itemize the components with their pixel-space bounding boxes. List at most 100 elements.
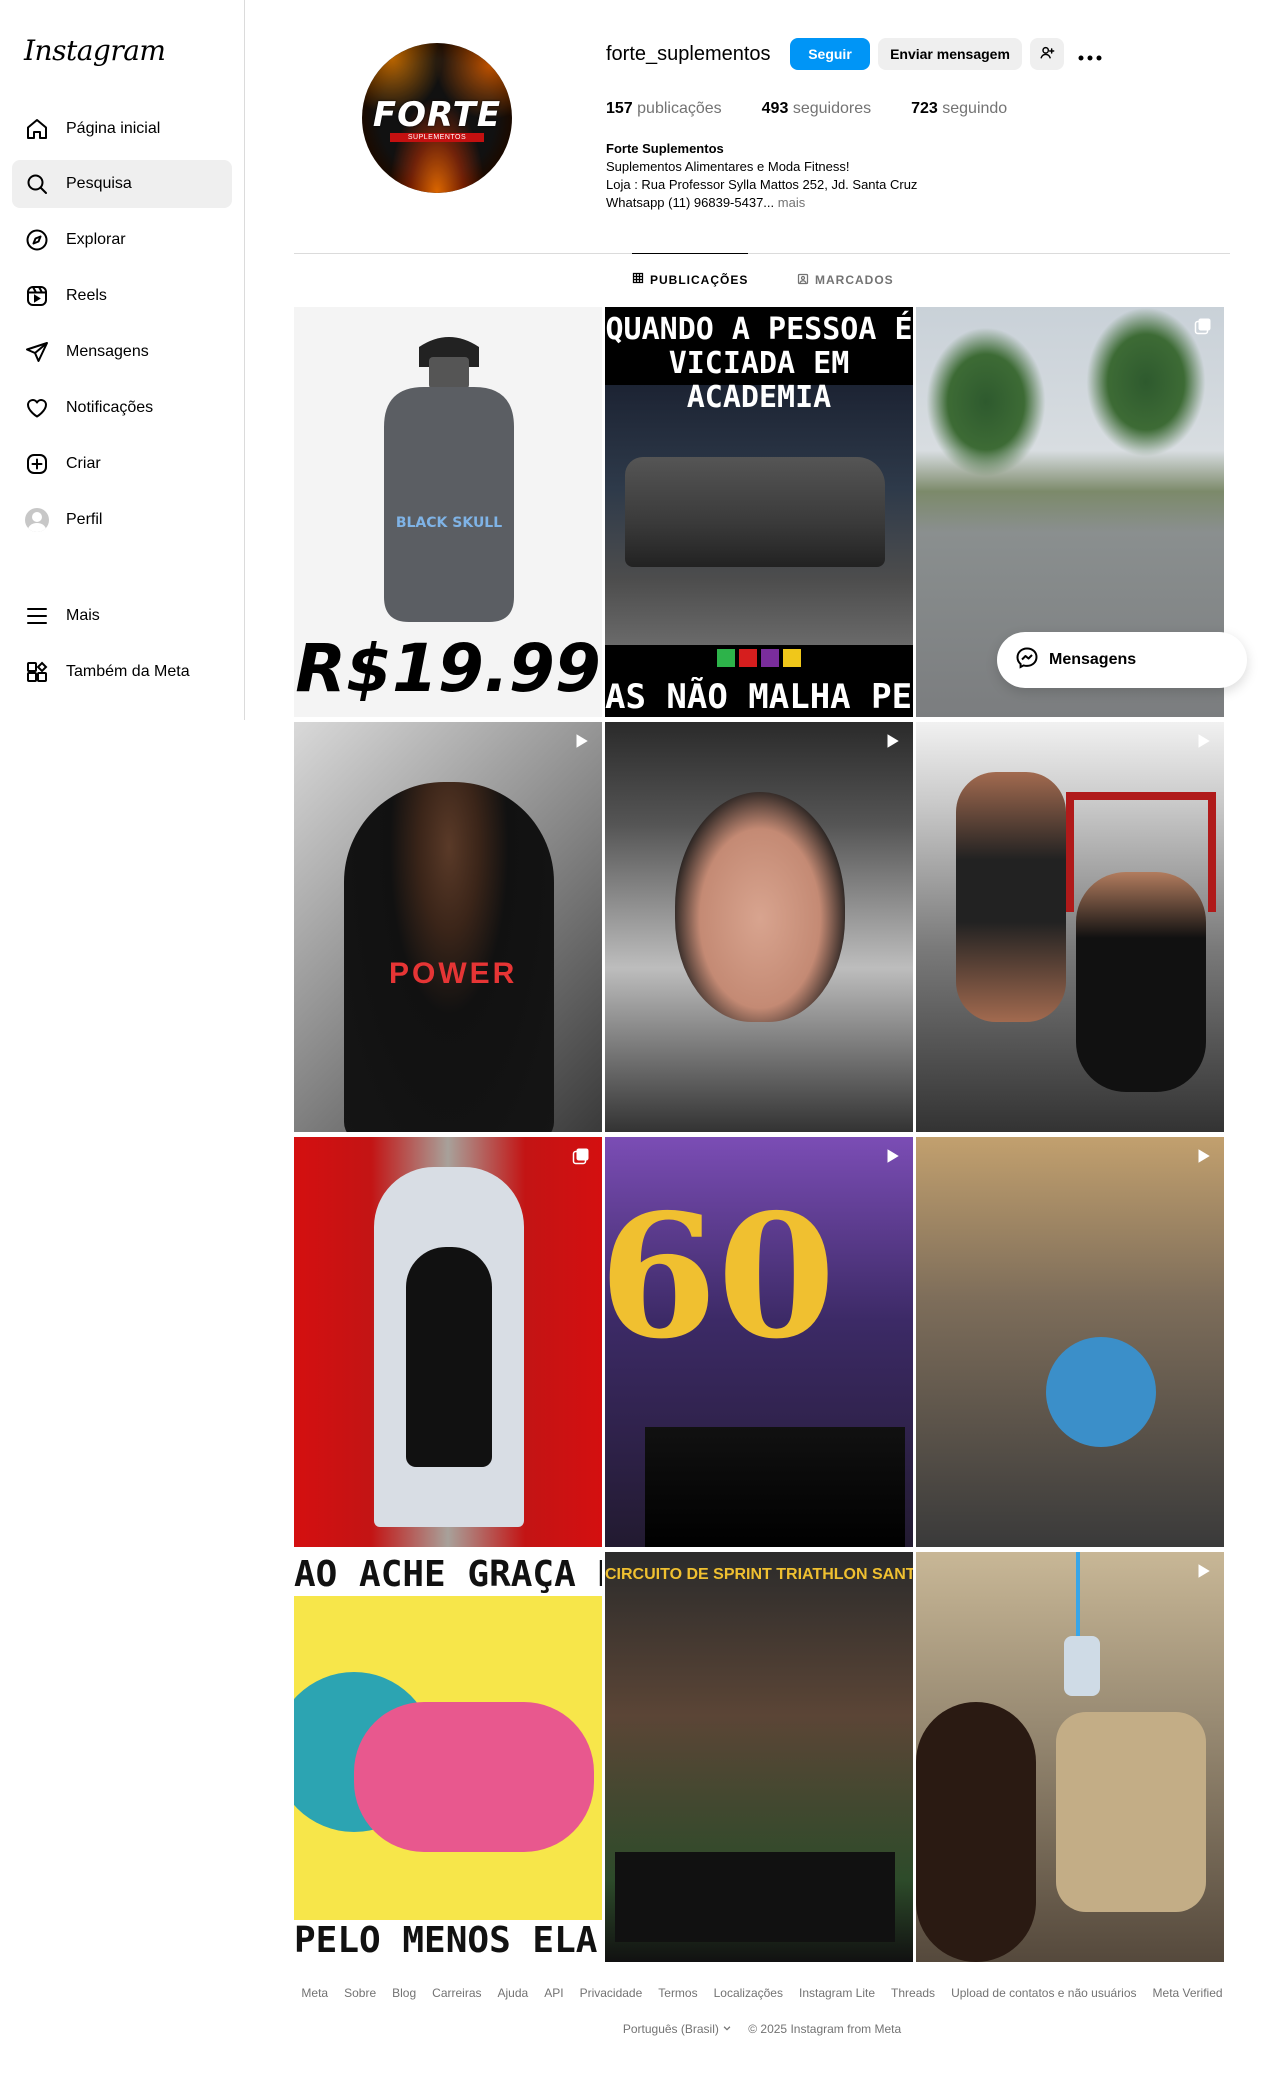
tab-tagged-label: MARCADOS xyxy=(815,273,894,287)
sidebar-item-label: Explorar xyxy=(66,231,126,248)
bio-line-whatsapp: Whatsapp (11) 96839-5437... mais xyxy=(606,194,1026,212)
profile-picture-subtitle: SUPLEMENTOS xyxy=(389,132,485,142)
sidebar-item-label: Mensagens xyxy=(66,343,149,360)
posts-label: publicações xyxy=(637,100,722,117)
sidebar-item-label: Perfil xyxy=(66,511,103,528)
menu-icon xyxy=(24,603,50,629)
footer-link[interactable]: Instagram Lite xyxy=(799,1986,875,2000)
post-tile[interactable]: BLACK SKULL R$19.99 xyxy=(294,307,602,717)
footer-link[interactable]: API xyxy=(544,1986,563,2000)
post-tile[interactable] xyxy=(916,722,1224,1132)
sidebar-item-messages[interactable]: Mensagens xyxy=(12,328,232,376)
post-caption-bottom: AS NÃO MALHA PERN xyxy=(605,677,913,717)
more-horizontal-icon xyxy=(1078,41,1102,67)
footer-link[interactable]: Ajuda xyxy=(498,1986,529,2000)
sidebar-item-label: Reels xyxy=(66,287,107,304)
piano-image xyxy=(645,1427,905,1547)
send-message-button[interactable]: Enviar mensagem xyxy=(878,38,1022,70)
palm-tree-image xyxy=(926,327,1046,477)
sidebar-item-profile[interactable]: Perfil xyxy=(12,496,232,544)
footer-bottom: Português (Brasil) © 2025 Instagram from… xyxy=(294,2022,1230,2036)
sidebar-item-explore[interactable]: Explorar xyxy=(12,216,232,264)
avatar xyxy=(25,508,49,532)
profile-picture[interactable]: FORTE SUPLEMENTOS xyxy=(362,43,512,193)
posts-stat: 157 publicações xyxy=(606,100,722,118)
sidebar-item-create[interactable]: Criar xyxy=(12,440,232,488)
language-select[interactable]: Português (Brasil) xyxy=(623,2022,732,2036)
followers-stat[interactable]: 493 seguidores xyxy=(762,100,871,118)
car-seat-image xyxy=(1056,1712,1206,1912)
add-user-icon xyxy=(1039,45,1055,64)
chevron-down-icon xyxy=(722,2022,732,2036)
sidebar-item-search[interactable]: Pesquisa xyxy=(12,160,232,208)
bottle-brand-text: BLACK SKULL xyxy=(396,515,502,531)
carousel-icon xyxy=(1194,318,1211,335)
reel-play-icon xyxy=(576,734,588,748)
person-image xyxy=(916,1702,1036,1962)
post-tile[interactable] xyxy=(605,722,913,1132)
palm-tree-image xyxy=(1086,307,1206,457)
following-stat[interactable]: 723 seguindo xyxy=(911,100,1007,118)
profile-picture-brand: FORTE xyxy=(372,94,502,135)
post-caption-bottom: PELO MENOS ELA ESTÁ LÁ QUERENDO MUDAR! xyxy=(294,1920,602,1962)
footer-link[interactable]: Meta xyxy=(301,1986,328,2000)
post-tile[interactable] xyxy=(294,1137,602,1547)
post-tile[interactable]: 60 xyxy=(605,1137,913,1547)
sidebar-item-notifications[interactable]: Notificações xyxy=(12,384,232,432)
post-price-text: R$19.99 xyxy=(295,630,601,707)
tab-tagged[interactable]: MARCADOS xyxy=(797,254,894,306)
reels-icon xyxy=(24,283,50,309)
color-dots xyxy=(717,649,801,667)
reel-play-icon xyxy=(887,1149,899,1163)
following-count: 723 xyxy=(911,100,938,117)
followers-label: seguidores xyxy=(792,100,872,117)
sidebar-item-reels[interactable]: Reels xyxy=(12,272,232,320)
post-tile[interactable]: POWER xyxy=(294,722,602,1132)
header-divider xyxy=(294,253,1230,254)
footer-link[interactable]: Termos xyxy=(658,1986,697,2000)
bio-more-link[interactable]: mais xyxy=(778,195,805,210)
truck-image xyxy=(625,457,885,567)
post-tile[interactable] xyxy=(916,1552,1224,1962)
footer-link[interactable]: Localizações xyxy=(714,1986,783,2000)
person-image xyxy=(354,1702,594,1852)
post-tile[interactable] xyxy=(916,1137,1224,1547)
post-tile[interactable]: CIRCUITO DE SPRINT TRIATHLON SANT xyxy=(605,1552,913,1962)
tag-icon xyxy=(797,273,809,288)
air-freshener-image xyxy=(1064,1636,1100,1696)
language-label: Português (Brasil) xyxy=(622,2022,719,2036)
footer-link[interactable]: Meta Verified xyxy=(1153,1986,1223,2000)
footer-link[interactable]: Threads xyxy=(891,1986,935,2000)
profile-stats: 157 publicações 493 seguidores 723 segui… xyxy=(606,100,1007,118)
sidebar-item-home[interactable]: Página inicial xyxy=(12,105,232,153)
footer-link[interactable]: Blog xyxy=(392,1986,416,2000)
grid-icon xyxy=(632,272,644,287)
messages-floating-button[interactable]: Mensagens xyxy=(997,632,1247,688)
options-button[interactable] xyxy=(1076,40,1104,68)
follow-button[interactable]: Seguir xyxy=(790,38,870,70)
post-tile[interactable]: QUANDO A PESSOA É VICIADA EM ACADEMIA AS… xyxy=(605,307,913,717)
footer-link[interactable]: Upload de contatos e não usuários xyxy=(951,1986,1136,2000)
instagram-logo[interactable]: Instagram xyxy=(24,34,166,67)
sidebar-item-meta[interactable]: Também da Meta xyxy=(12,648,232,696)
profile-username: forte_suplementos xyxy=(606,43,771,65)
posts-count: 157 xyxy=(606,100,633,117)
plus-square-icon xyxy=(24,451,50,477)
footer-link[interactable]: Carreiras xyxy=(432,1986,481,2000)
water-bottle-image: BLACK SKULL xyxy=(384,337,514,622)
send-icon xyxy=(24,339,50,365)
search-icon xyxy=(24,171,50,197)
reel-play-icon xyxy=(1198,1564,1210,1578)
post-caption-top: CIRCUITO DE SPRINT TRIATHLON SANT xyxy=(605,1566,913,1583)
carousel-icon xyxy=(572,1148,589,1165)
tab-posts[interactable]: PUBLICAÇÕES xyxy=(632,253,749,305)
bio-line: Suplementos Alimentares e Moda Fitness! xyxy=(606,159,850,174)
post-tile[interactable]: AO ACHE GRAÇA DE UMA GORDINHA NA ACADEMI… xyxy=(294,1552,602,1962)
suggest-users-button[interactable] xyxy=(1030,38,1064,70)
grid-icon xyxy=(24,659,50,685)
footer-link[interactable]: Privacidade xyxy=(580,1986,643,2000)
reel-play-icon xyxy=(1198,1149,1210,1163)
air-freshener-string xyxy=(1076,1552,1080,1642)
footer-link[interactable]: Sobre xyxy=(344,1986,376,2000)
sidebar-item-more[interactable]: Mais xyxy=(12,592,232,640)
